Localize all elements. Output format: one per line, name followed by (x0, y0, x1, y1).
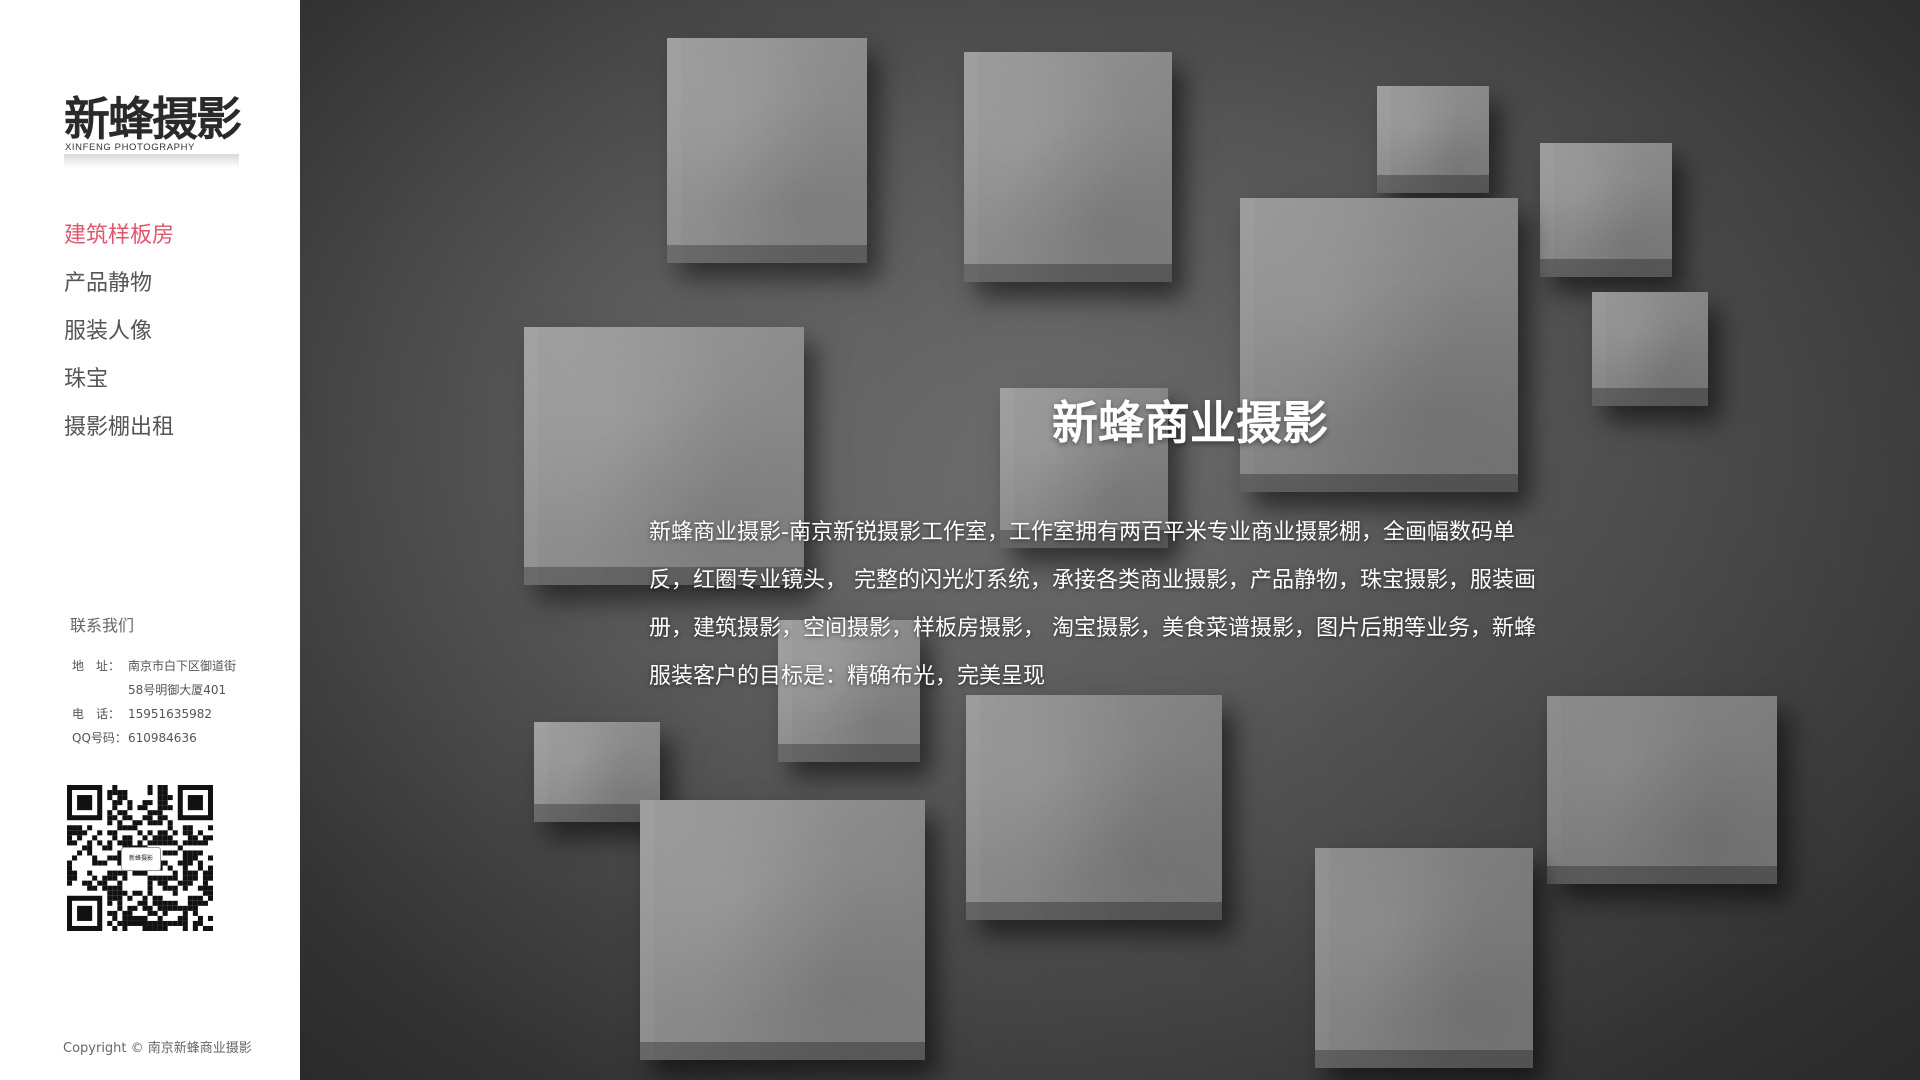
logo-title: 新蜂摄影 (64, 92, 242, 146)
contact-address-cont: 58号明御大厦401 (72, 678, 236, 702)
background-cube (667, 38, 867, 263)
background-cube (1315, 848, 1533, 1068)
background-cube (1540, 143, 1672, 277)
address-value-line1: 南京市白下区御道街 (128, 659, 237, 673)
address-label: 地 址： (72, 659, 121, 673)
contact-phone: 电 话： 15951635982 (72, 702, 236, 726)
nav-item-architecture[interactable]: 建筑样板房 (64, 212, 174, 260)
background-cube (966, 695, 1222, 920)
page: 新蜂摄影 XINFENG PHOTOGRAPHY 建筑样板房 产品静物 服装人像… (0, 0, 1920, 1080)
hero-description: 新蜂商业摄影-南京新锐摄影工作室，工作室拥有两百平米专业商业摄影棚，全画幅数码单… (649, 520, 1536, 689)
main-nav: 建筑样板房 产品静物 服装人像 珠宝 摄影棚出租 (64, 212, 174, 452)
hero-title: 新蜂商业摄影 (1052, 395, 1328, 450)
nav-item-product[interactable]: 产品静物 (64, 260, 174, 308)
qq-label: QQ号码： (72, 731, 127, 745)
nav-item-studio-rental[interactable]: 摄影棚出租 (64, 404, 174, 452)
qr-center-logo: 新蜂摄影 (121, 847, 161, 871)
address-value-line2: 58号明御大厦401 (128, 683, 227, 697)
sidebar: 新蜂摄影 XINFENG PHOTOGRAPHY 建筑样板房 产品静物 服装人像… (0, 0, 300, 1080)
background-cube (640, 800, 925, 1060)
contact-info: 地 址： 南京市白下区御道街 58号明御大厦401 电 话： 159516359… (72, 654, 236, 750)
copyright: Copyright © 南京新蜂商业摄影 (63, 1041, 252, 1056)
background-cube (1547, 696, 1777, 884)
qq-value: 610984636 (128, 731, 197, 745)
phone-value: 15951635982 (128, 707, 212, 721)
logo-subtitle: XINFENG PHOTOGRAPHY (65, 142, 195, 153)
logo[interactable]: 新蜂摄影 XINFENG PHOTOGRAPHY (64, 92, 244, 172)
nav-item-fashion[interactable]: 服装人像 (64, 308, 174, 356)
qr-code: 新蜂摄影 (67, 785, 213, 931)
contact-address: 地 址： 南京市白下区御道街 (72, 654, 236, 678)
nav-item-jewelry[interactable]: 珠宝 (64, 356, 174, 404)
contact-qq: QQ号码： 610984636 (72, 726, 236, 750)
background-cube (964, 52, 1172, 282)
background-cube (1377, 86, 1489, 193)
phone-label: 电 话： (72, 707, 121, 721)
hero-section: 新蜂商业摄影 新蜂商业摄影-南京新锐摄影工作室，工作室拥有两百平米专业商业摄影棚… (300, 0, 1920, 1080)
contact-title: 联系我们 (70, 616, 135, 635)
logo-reflection (64, 154, 239, 168)
